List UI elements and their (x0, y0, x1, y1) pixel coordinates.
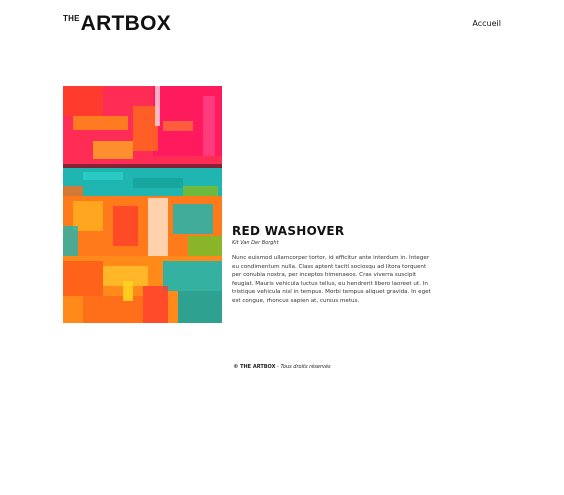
artwork-title: RED WASHOVER (232, 224, 345, 238)
site-logo[interactable]: THE ARTBOX (63, 12, 172, 35)
footer-brand: © THE ARTBOX (233, 364, 276, 370)
abstract-painting (63, 86, 222, 323)
artwork-image (63, 86, 222, 323)
site-header: THE ARTBOX Accueil (63, 12, 501, 36)
artwork-artist: Kit Van Der Borght (232, 240, 279, 246)
logo-the-text: THE (63, 14, 80, 23)
artwork-description: Nunc euismod ullamcorper tortor, id effi… (232, 255, 431, 304)
logo-artbox-text: ARTBOX (80, 12, 172, 35)
site-footer: © THE ARTBOX - Tous droits réservés (0, 364, 564, 370)
footer-rights: Tous droits réservés (280, 364, 331, 370)
nav-home-link[interactable]: Accueil (472, 19, 501, 28)
artwork-info: RED WASHOVER Kit Van Der Borght Nunc eui… (232, 224, 432, 311)
